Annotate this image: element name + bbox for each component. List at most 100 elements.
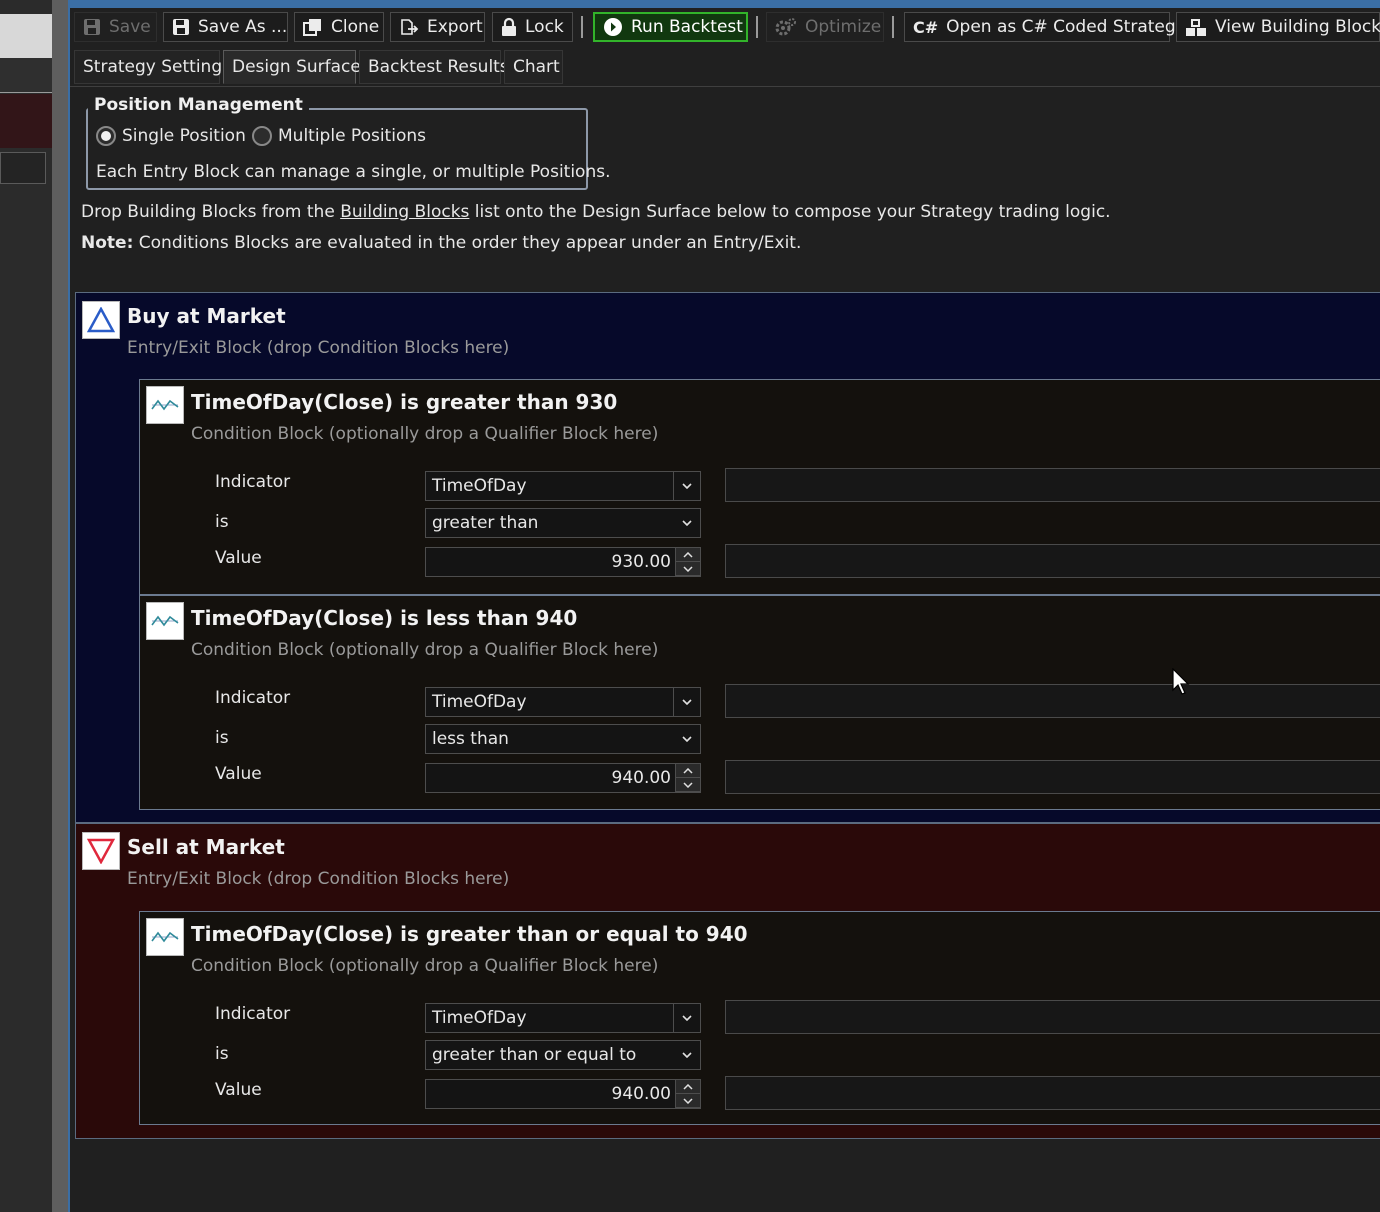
building-blocks-link[interactable]: Building Blocks xyxy=(340,202,469,222)
toolbar-separator xyxy=(756,16,758,38)
chevron-down-icon[interactable] xyxy=(674,1041,700,1069)
spin-up-icon[interactable] xyxy=(676,1080,700,1094)
chevron-down-icon[interactable] xyxy=(674,725,700,753)
condition-title: TimeOfDay(Close) is less than 940 xyxy=(191,606,578,630)
operator-combobox[interactable]: less than xyxy=(425,724,701,754)
chevron-down-icon[interactable] xyxy=(673,1004,700,1032)
chevron-down-icon[interactable] xyxy=(673,472,700,500)
play-icon xyxy=(604,18,622,36)
radio-unchecked-icon xyxy=(252,126,272,146)
value-parameters-field[interactable] xyxy=(725,544,1380,578)
save-as-label: Save As ... xyxy=(198,17,288,37)
save-as-button[interactable]: Save As ... xyxy=(163,12,288,42)
mouse-cursor-icon xyxy=(1172,668,1190,695)
spin-down-icon[interactable] xyxy=(676,1094,700,1108)
indicator-wave-icon xyxy=(146,386,184,424)
lock-label: Lock xyxy=(525,17,564,37)
value-label: Value xyxy=(215,1080,262,1100)
value-spinner[interactable]: 930.00 xyxy=(425,547,701,577)
spin-down-icon[interactable] xyxy=(676,778,700,792)
value-spinner[interactable]: 940.00 xyxy=(425,763,701,793)
spin-up-icon[interactable] xyxy=(676,548,700,562)
spin-up-icon[interactable] xyxy=(676,764,700,778)
tab-strategy-settings[interactable]: Strategy Settings xyxy=(74,50,231,84)
run-backtest-button[interactable]: Run Backtest xyxy=(593,12,748,42)
indicator-value: TimeOfDay xyxy=(432,1008,527,1028)
clone-label: Clone xyxy=(331,17,380,37)
left-panel xyxy=(0,0,52,1212)
indicator-label: Indicator xyxy=(215,1004,291,1024)
value-label: Value xyxy=(215,548,262,568)
strategy-window: Save Save As ... Clone Export Lock Run B… xyxy=(68,0,1380,1212)
optimize-button[interactable]: Optimize xyxy=(766,12,884,42)
note-label: Note: xyxy=(81,233,134,253)
condition-block[interactable]: TimeOfDay(Close) is less than 940 Condit… xyxy=(139,595,1380,810)
entry-block-subtitle: Entry/Exit Block (drop Condition Blocks … xyxy=(127,338,510,358)
operator-value: greater than xyxy=(432,513,539,533)
multiple-positions-radio[interactable]: Multiple Positions xyxy=(252,126,426,146)
entry-block-title: Sell at Market xyxy=(127,835,285,859)
tab-strip: Strategy Settings Design Surface Backtes… xyxy=(70,48,1380,87)
operator-label: is xyxy=(215,1044,229,1064)
position-management-description: Each Entry Block can manage a single, or… xyxy=(96,162,611,182)
clone-button[interactable]: Clone xyxy=(294,12,384,42)
left-panel-selected-row[interactable] xyxy=(0,94,52,148)
design-surface-note: Note: Conditions Blocks are evaluated in… xyxy=(81,233,801,253)
value-parameters-field[interactable] xyxy=(725,760,1380,794)
chevron-down-icon[interactable] xyxy=(674,509,700,537)
entry-block-subtitle: Entry/Exit Block (drop Condition Blocks … xyxy=(127,869,510,889)
value-label: Value xyxy=(215,764,262,784)
toolbar-separator xyxy=(581,16,583,38)
operator-label: is xyxy=(215,512,229,532)
indicator-combobox[interactable]: TimeOfDay xyxy=(425,1003,701,1033)
tab-backtest-results[interactable]: Backtest Results xyxy=(359,50,509,84)
indicator-combobox[interactable]: TimeOfDay xyxy=(425,687,701,717)
left-panel-header xyxy=(0,14,52,58)
operator-label: is xyxy=(215,728,229,748)
operator-combobox[interactable]: greater than or equal to xyxy=(425,1040,701,1070)
sell-exit-block[interactable]: Sell at Market Entry/Exit Block (drop Co… xyxy=(75,823,1380,1139)
indicator-value: TimeOfDay xyxy=(432,476,527,496)
left-panel-row[interactable] xyxy=(0,58,52,93)
save-label: Save xyxy=(109,17,151,37)
optimize-label: Optimize xyxy=(805,17,882,37)
run-backtest-label: Run Backtest xyxy=(631,17,743,37)
value-spinner[interactable]: 940.00 xyxy=(425,1079,701,1109)
value-number: 940.00 xyxy=(611,1084,671,1104)
design-surface-instructions: Drop Building Blocks from the Building B… xyxy=(81,202,1111,222)
chevron-down-icon[interactable] xyxy=(673,688,700,716)
spin-down-icon[interactable] xyxy=(676,562,700,576)
tab-chart[interactable]: Chart xyxy=(504,50,563,84)
indicator-combobox[interactable]: TimeOfDay xyxy=(425,471,701,501)
entry-block-title: Buy at Market xyxy=(127,304,286,328)
indicator-value: TimeOfDay xyxy=(432,692,527,712)
panel-splitter[interactable] xyxy=(52,0,68,1212)
indicator-label: Indicator xyxy=(215,472,291,492)
condition-subtitle: Condition Block (optionally drop a Quali… xyxy=(191,956,659,976)
buy-entry-block[interactable]: Buy at Market Entry/Exit Block (drop Con… xyxy=(75,292,1380,823)
radio-checked-icon xyxy=(96,126,116,146)
indicator-parameters-field[interactable] xyxy=(725,684,1380,718)
left-panel-field[interactable] xyxy=(0,152,46,184)
lock-button[interactable]: Lock xyxy=(492,12,573,42)
save-button[interactable]: Save xyxy=(74,12,157,42)
view-building-blocks-button[interactable]: View Building Blocks xyxy=(1176,12,1380,42)
csharp-icon: C# xyxy=(913,17,939,37)
export-button[interactable]: Export xyxy=(390,12,485,42)
single-position-label: Single Position xyxy=(122,126,246,146)
value-parameters-field[interactable] xyxy=(725,1076,1380,1110)
indicator-parameters-field[interactable] xyxy=(725,468,1380,502)
condition-block[interactable]: TimeOfDay(Close) is greater than 930 Con… xyxy=(139,379,1380,595)
single-position-radio[interactable]: Single Position xyxy=(96,126,246,146)
tab-design-surface[interactable]: Design Surface xyxy=(223,50,361,84)
toolbar-separator xyxy=(892,16,894,38)
indicator-parameters-field[interactable] xyxy=(725,1000,1380,1034)
sell-triangle-icon xyxy=(82,832,120,870)
toolbar: Save Save As ... Clone Export Lock Run B… xyxy=(70,8,1380,48)
operator-combobox[interactable]: greater than xyxy=(425,508,701,538)
open-csharp-button[interactable]: C# Open as C# Coded Strategy xyxy=(904,12,1186,42)
position-management-legend: Position Management xyxy=(88,95,309,115)
export-icon xyxy=(401,19,419,35)
condition-block[interactable]: TimeOfDay(Close) is greater than or equa… xyxy=(139,911,1380,1125)
condition-title: TimeOfDay(Close) is greater than or equa… xyxy=(191,922,748,946)
